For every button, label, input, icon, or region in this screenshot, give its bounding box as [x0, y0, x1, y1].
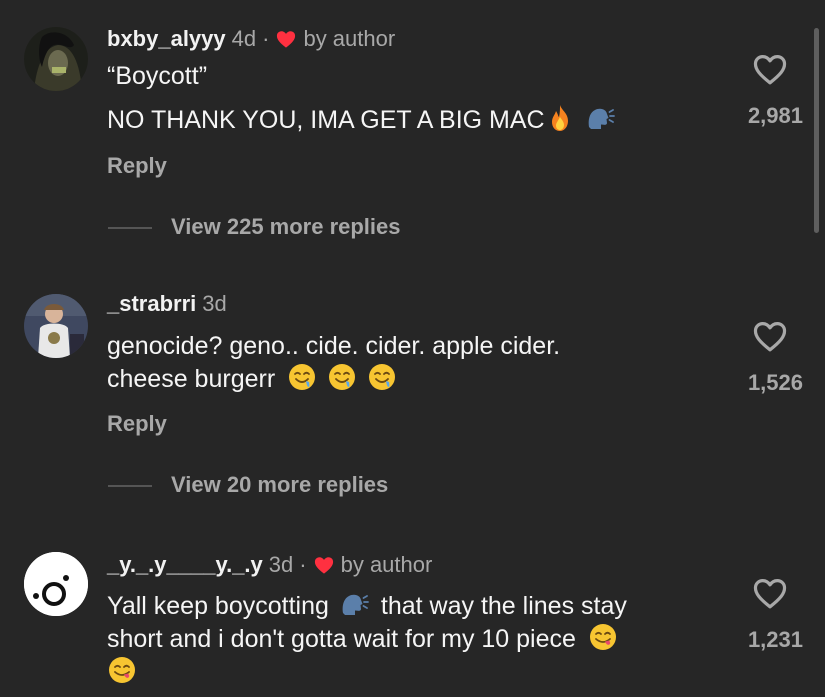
comment-text: genocide? geno.. cide. cider. apple cide… [107, 331, 560, 395]
drooling-face-emoji-icon [327, 362, 357, 392]
comment-time: 4d [231, 26, 257, 51]
comment-line: short and i don't gotta wait for my 10 p… [107, 625, 576, 653]
like-heart-icon[interactable] [752, 53, 788, 85]
comment-line-row: cheese burgerr [107, 362, 560, 395]
reply-button[interactable]: Reply [107, 153, 167, 179]
comment-meta: _strabrri 3d [107, 291, 227, 317]
speaking-head-emoji-icon [339, 589, 369, 619]
by-author-label: by author [303, 26, 396, 51]
meta-separator: · [299, 552, 307, 577]
comment-line: “Boycott” [107, 62, 208, 90]
avatar[interactable] [24, 27, 88, 91]
comment-line-row [107, 655, 627, 688]
scrollbar[interactable] [814, 28, 819, 233]
comment-meta: bxby_alyyy 4d · by author [107, 26, 395, 52]
like-heart-icon[interactable] [752, 577, 788, 609]
meta-separator: · [262, 26, 270, 51]
fire-emoji-icon [545, 103, 575, 133]
avatar[interactable] [24, 294, 88, 358]
comment-text: Yall keep boycotting that way the lines s… [107, 589, 627, 688]
drooling-face-emoji-icon [287, 362, 317, 392]
view-replies-divider [108, 227, 152, 229]
yum-face-emoji-icon [588, 622, 618, 652]
like-count: 2,981 [747, 103, 803, 128]
author-liked-heart-icon [275, 29, 297, 49]
username[interactable]: _strabrri [107, 291, 196, 317]
like-count: 1,231 [747, 627, 803, 652]
username[interactable]: bxby_alyyy [107, 26, 226, 52]
comment-text: “Boycott” NO THANK YOU, IMA GET A BIG MA… [107, 61, 615, 136]
view-replies-button[interactable]: View 225 more replies [171, 214, 401, 240]
view-replies-divider [108, 485, 152, 487]
author-liked-heart-icon [313, 555, 335, 575]
reply-button[interactable]: Reply [107, 411, 167, 437]
comment-line: Yall keep boycotting [107, 592, 329, 620]
comment-line-row: short and i don't gotta wait for my 10 p… [107, 622, 627, 655]
comment-line-row: Yall keep boycotting that way the lines s… [107, 589, 627, 622]
comment-time: 3d [202, 291, 227, 316]
username[interactable]: _y._.y____y._.y [107, 552, 263, 578]
speaking-head-emoji-icon [585, 103, 615, 133]
avatar[interactable] [24, 552, 88, 616]
by-author-label: by author [340, 552, 433, 577]
comment-time: 3d [268, 552, 294, 577]
like-count: 1,526 [747, 370, 803, 395]
comment-line-row: NO THANK YOU, IMA GET A BIG MAC [107, 103, 615, 136]
comment-line: that way the lines stay [380, 592, 627, 620]
drooling-face-emoji-icon [367, 362, 397, 392]
view-replies-button[interactable]: View 20 more replies [171, 472, 388, 498]
comment-meta: _y._.y____y._.y 3d · by author [107, 552, 432, 578]
yum-face-emoji-icon [107, 655, 137, 685]
comment-line: NO THANK YOU, IMA GET A BIG MAC [107, 106, 545, 134]
comment-line: cheese burgerr [107, 365, 276, 393]
like-heart-icon[interactable] [752, 320, 788, 352]
comment-line: genocide? geno.. cide. cider. apple cide… [107, 332, 561, 360]
